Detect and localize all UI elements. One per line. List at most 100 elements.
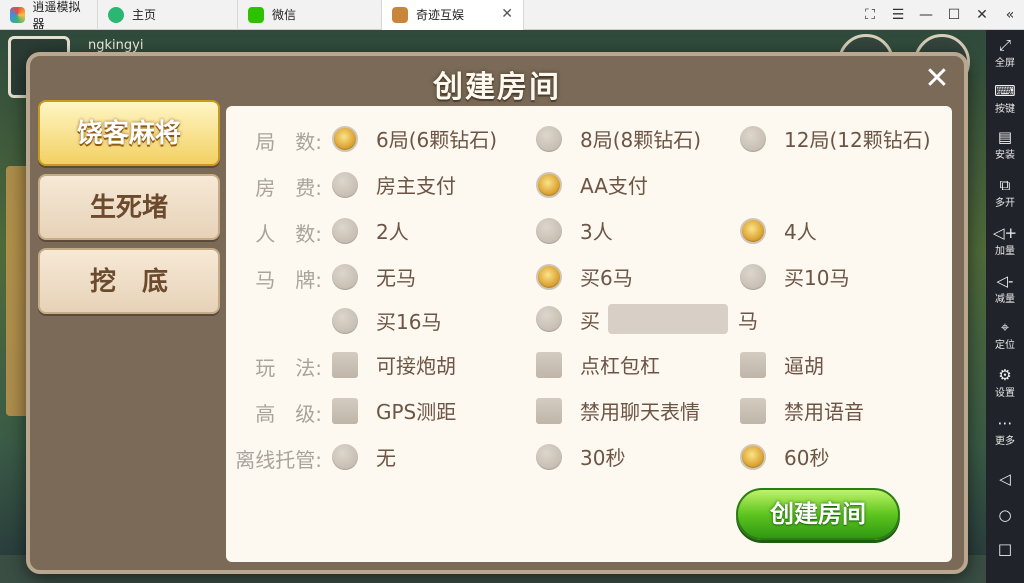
- radio-unselected-icon[interactable]: [332, 263, 358, 290]
- option-horse-6[interactable]: 买6马: [536, 262, 633, 291]
- radio-unselected-icon[interactable]: [332, 171, 358, 198]
- custom-horse-input[interactable]: [608, 304, 728, 334]
- checkbox-icon[interactable]: [332, 397, 358, 424]
- fullscreen-toggle-icon[interactable]: ⛶: [856, 7, 884, 23]
- radio-unselected-icon[interactable]: [740, 125, 766, 152]
- radio-unselected-icon[interactable]: [740, 263, 766, 290]
- option-players-3[interactable]: 3人: [536, 216, 613, 245]
- volume-up-button[interactable]: ◁+ 加量: [986, 224, 1024, 257]
- fullscreen-icon: ⤢: [998, 36, 1011, 54]
- checkbox-icon[interactable]: [536, 351, 562, 378]
- android-home-button[interactable]: ○: [986, 506, 1024, 524]
- option-horse-custom[interactable]: 买 马: [536, 304, 758, 334]
- location-button[interactable]: ⌖ 定位: [986, 318, 1024, 351]
- player-username: ngkingyi: [88, 38, 144, 53]
- game-tab-shengsidu[interactable]: 生死堵: [38, 174, 220, 240]
- game-tab-raoke-mahjong[interactable]: 饶客麻将: [38, 100, 220, 166]
- radio-unselected-icon[interactable]: [536, 306, 562, 332]
- tab-home[interactable]: 主页: [98, 0, 238, 30]
- option-rounds-6[interactable]: 6局(6颗钻石): [332, 124, 497, 153]
- option-label: 无马: [376, 266, 416, 290]
- advanced-label: 高 级:: [255, 402, 322, 426]
- option-label: AA支付: [580, 174, 648, 198]
- checkbox-icon[interactable]: [332, 351, 358, 378]
- option-rounds-12[interactable]: 12局(12颗钻石): [740, 124, 931, 153]
- collapse-panel-icon[interactable]: «: [996, 7, 1024, 23]
- multi-instance-button[interactable]: ⧉ 多开: [986, 176, 1024, 209]
- menu-icon[interactable]: ☰: [884, 7, 912, 23]
- checkbox-icon[interactable]: [740, 351, 766, 378]
- recents-square-icon: □: [997, 540, 1013, 558]
- option-horse-16[interactable]: 买16马: [332, 306, 441, 335]
- option-rule-bihu[interactable]: 逼胡: [740, 350, 824, 379]
- close-window-icon[interactable]: ✕: [968, 7, 996, 23]
- volume-down-icon: ◁-: [996, 272, 1014, 290]
- emulator-logo-icon: [10, 6, 25, 23]
- checkbox-icon[interactable]: [740, 397, 766, 424]
- option-players-4[interactable]: 4人: [740, 216, 817, 245]
- more-button[interactable]: ⋯ 更多: [986, 414, 1024, 447]
- option-disable-emoji[interactable]: 禁用聊天表情: [536, 396, 700, 425]
- android-recents-button[interactable]: □: [986, 540, 1024, 558]
- option-disable-voice[interactable]: 禁用语音: [740, 396, 864, 425]
- option-rule-jiepaohu[interactable]: 可接炮胡: [332, 350, 456, 379]
- option-label: GPS测距: [376, 400, 457, 424]
- fee-label: 房 费:: [255, 176, 322, 200]
- radio-selected-icon[interactable]: [536, 263, 562, 290]
- radio-unselected-icon[interactable]: [536, 125, 562, 152]
- multi-instance-label: 多开: [995, 198, 1015, 209]
- option-horse-10[interactable]: 买10马: [740, 262, 849, 291]
- option-fee-owner[interactable]: 房主支付: [332, 170, 456, 199]
- window-controls: ⛶ ☰ — ☐ ✕ «: [856, 0, 1024, 30]
- settings-button[interactable]: ⚙ 设置: [986, 366, 1024, 399]
- checkbox-icon[interactable]: [536, 397, 562, 424]
- game-tab-wadi[interactable]: 挖 底: [38, 248, 220, 314]
- install-apk-button[interactable]: ▤ 安装: [986, 128, 1024, 161]
- minimize-icon[interactable]: —: [912, 7, 940, 23]
- tab-wechat-label: 微信: [272, 8, 297, 22]
- wechat-icon: [248, 6, 264, 23]
- option-label: 2人: [376, 220, 409, 244]
- more-label: 更多: [995, 436, 1015, 447]
- location-pin-icon: ⌖: [1000, 318, 1010, 336]
- radio-unselected-icon[interactable]: [332, 443, 358, 470]
- horse-label: 马 牌:: [255, 268, 322, 292]
- radio-unselected-icon[interactable]: [536, 217, 562, 244]
- emulator-side-panel: ⤢ 全屏 ⌨ 按键 ▤ 安装 ⧉ 多开 ◁+ 加量 ◁- 减量 ⌖ 定位 ⚙ 设…: [986, 30, 1024, 583]
- tab-emulator-label: 逍遥模拟器: [32, 0, 81, 31]
- keymap-button[interactable]: ⌨ 按键: [986, 82, 1024, 115]
- tab-game[interactable]: 奇迹互娱 ✕: [382, 0, 524, 30]
- fullscreen-button[interactable]: ⤢ 全屏: [986, 36, 1024, 69]
- option-gps[interactable]: GPS测距: [332, 396, 456, 425]
- volume-down-button[interactable]: ◁- 减量: [986, 272, 1024, 305]
- option-offline-none[interactable]: 无: [332, 442, 396, 471]
- option-label: 房主支付: [376, 174, 456, 198]
- radio-selected-icon[interactable]: [536, 171, 562, 198]
- option-horse-none[interactable]: 无马: [332, 262, 416, 291]
- android-back-button[interactable]: ◁: [986, 470, 1024, 488]
- radio-unselected-icon[interactable]: [332, 307, 358, 334]
- home-circle-icon: ○: [998, 506, 1012, 524]
- radio-unselected-icon[interactable]: [332, 217, 358, 244]
- option-fee-aa[interactable]: AA支付: [536, 170, 648, 199]
- tab-wechat[interactable]: 微信: [238, 0, 382, 30]
- create-room-button[interactable]: 创建房间: [736, 488, 900, 540]
- maximize-icon[interactable]: ☐: [940, 7, 968, 23]
- dialog-close-icon[interactable]: ✕: [920, 62, 954, 96]
- option-rounds-8[interactable]: 8局(8颗钻石): [536, 124, 701, 153]
- home-icon: [108, 6, 124, 23]
- option-offline-30[interactable]: 30秒: [536, 442, 625, 471]
- custom-horse-prefix: 买: [580, 308, 600, 333]
- tab-close-icon[interactable]: ✕: [501, 6, 513, 22]
- radio-selected-icon[interactable]: [740, 443, 766, 470]
- radio-selected-icon[interactable]: [740, 217, 766, 244]
- volume-up-icon: ◁+: [992, 224, 1018, 242]
- radio-unselected-icon[interactable]: [536, 443, 562, 470]
- option-players-2[interactable]: 2人: [332, 216, 409, 245]
- option-offline-60[interactable]: 60秒: [740, 442, 829, 471]
- tab-emulator[interactable]: 逍遥模拟器: [0, 0, 98, 31]
- option-label: 6局(6颗钻石): [376, 128, 498, 152]
- option-rule-diangang[interactable]: 点杠包杠: [536, 350, 660, 379]
- apk-icon: ▤: [997, 128, 1013, 146]
- radio-selected-icon[interactable]: [332, 125, 358, 152]
